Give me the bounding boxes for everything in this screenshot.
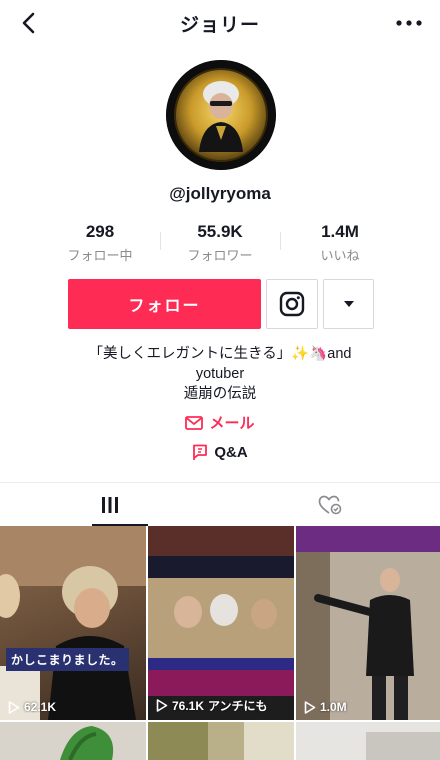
content-tabs — [0, 482, 440, 526]
qa-label: Q&A — [214, 444, 248, 461]
instagram-button[interactable] — [266, 279, 318, 329]
view-count-value: 1.0M — [320, 700, 347, 714]
view-count: 62.1K — [8, 700, 56, 714]
tab-videos[interactable] — [0, 483, 220, 526]
view-count-value: 62.1K — [24, 700, 57, 714]
thumbnail-image — [296, 526, 440, 720]
stat-likes[interactable]: 1.4M いいね — [280, 222, 400, 266]
video-thumbnail[interactable]: 76.1K アンチにも — [148, 526, 294, 720]
avatar[interactable] — [166, 60, 276, 170]
heart-lock-icon — [318, 495, 342, 514]
tab-liked[interactable] — [220, 483, 440, 526]
thumbnail-image — [148, 526, 294, 720]
email-label: メール — [209, 415, 255, 432]
thumbnail-image — [0, 526, 146, 720]
play-icon — [8, 700, 20, 714]
suggested-accounts-button[interactable] — [323, 279, 374, 329]
email-link[interactable]: メール — [0, 412, 440, 433]
bio-line: 遁崩の伝説 — [183, 386, 257, 402]
view-count: 1.0M — [304, 700, 347, 714]
stat-value: 298 — [85, 222, 115, 241]
thumbnail-image — [148, 722, 294, 760]
more-dots-icon — [396, 20, 422, 26]
top-bar: ジョリー — [0, 0, 440, 46]
stat-followers[interactable]: 55.9K フォロワー — [160, 222, 280, 266]
video-thumbnail[interactable]: かしこまりました。 62.1K — [0, 526, 146, 720]
profile-stats: 298 フォロー中 55.9K フォロワー 1.4M いいね — [40, 222, 400, 266]
stat-label: フォロー中 — [67, 248, 133, 263]
bio-line: 「美しくエレガントに生きる」✨🦄and — [88, 346, 352, 362]
view-count: 76.1K アンチにも — [156, 697, 268, 714]
stat-label: いいね — [320, 248, 360, 263]
avatar-image — [166, 60, 276, 170]
video-thumbnail[interactable]: 1.0M — [296, 526, 440, 720]
follow-button[interactable]: フォロー — [68, 279, 261, 329]
stat-value: 1.4M — [321, 222, 359, 241]
username: @jollyryoma — [169, 184, 271, 203]
video-thumbnail[interactable] — [0, 722, 146, 760]
mail-icon — [185, 415, 204, 430]
stat-value: 55.9K — [197, 222, 243, 241]
thumbnail-image — [60, 726, 114, 760]
video-thumbnail[interactable] — [148, 722, 294, 760]
page-title: ジョリー — [179, 15, 260, 36]
video-caption: アンチにも — [208, 699, 268, 713]
view-count-value: 76.1K — [172, 698, 205, 713]
profile-bio: 「美しくエレガントに生きる」✨🦄and yotuber 遁崩の伝説 — [40, 344, 400, 404]
stat-following[interactable]: 298 フォロー中 — [40, 222, 160, 266]
qa-flag-icon — [193, 444, 208, 460]
play-icon — [156, 699, 168, 712]
bio-line: yotuber — [195, 366, 245, 382]
grid-icon — [102, 496, 118, 513]
qa-link[interactable]: Q&A — [0, 444, 440, 461]
stat-label: フォロワー — [187, 248, 253, 263]
video-grid: かしこまりました。 62.1K 76.1K アンチにも 1.0M — [0, 526, 440, 760]
caret-down-icon — [343, 301, 354, 307]
play-icon — [304, 700, 316, 714]
instagram-icon — [279, 291, 305, 317]
video-thumbnail[interactable] — [296, 722, 440, 760]
thumbnail-image — [296, 722, 440, 760]
more-options-button[interactable] — [394, 8, 424, 38]
video-caption: かしこまりました。 — [6, 648, 129, 671]
